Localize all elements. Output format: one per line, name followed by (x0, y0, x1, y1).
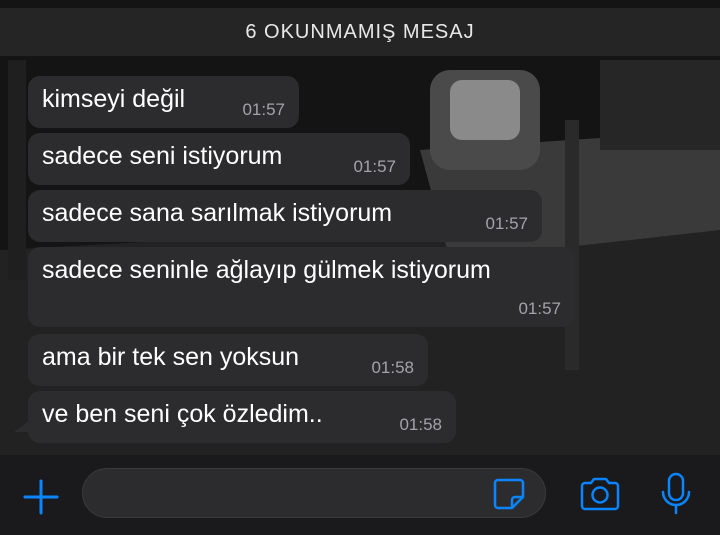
message-input[interactable] (99, 469, 483, 519)
message-text: sadece seni istiyorum (42, 142, 283, 170)
unread-messages-banner: 6 OKUNMAMIŞ MESAJ (0, 8, 720, 56)
message-text: ama bir tek sen yoksun (42, 343, 300, 371)
message-text: ve ben seni çok özledim.. (42, 400, 323, 428)
message-timestamp: 01:58 (371, 358, 414, 377)
unread-banner-label: 6 OKUNMAMIŞ MESAJ (245, 20, 475, 43)
message-input-field[interactable] (82, 468, 546, 519)
message-timestamp: 01:57 (518, 299, 561, 318)
message-bubble[interactable]: sadece seninle ağlayıp gülmek istiyorum … (28, 247, 575, 327)
message-text: sadece seninle ağlayıp gülmek istiyorum (42, 256, 491, 284)
message-bubble[interactable]: ve ben seni çok özledim.. 01:58 (28, 391, 456, 443)
plus-icon[interactable] (22, 478, 60, 516)
sticker-icon[interactable] (492, 477, 526, 511)
microphone-icon[interactable] (658, 472, 694, 516)
message-timestamp: 01:57 (485, 214, 528, 233)
camera-icon[interactable] (578, 476, 622, 512)
message-bubble[interactable]: ama bir tek sen yoksun 01:58 (28, 334, 428, 386)
message-text: sadece sana sarılmak istiyorum (42, 199, 393, 227)
message-timestamp: 01:57 (242, 100, 285, 119)
message-bubble[interactable]: sadece seni istiyorum 01:57 (28, 133, 410, 185)
message-bubble[interactable]: kimseyi değil 01:57 (28, 76, 299, 128)
message-timestamp: 01:58 (399, 415, 442, 434)
message-bubble[interactable]: sadece sana sarılmak istiyorum 01:57 (28, 190, 542, 242)
message-timestamp: 01:57 (353, 157, 396, 176)
